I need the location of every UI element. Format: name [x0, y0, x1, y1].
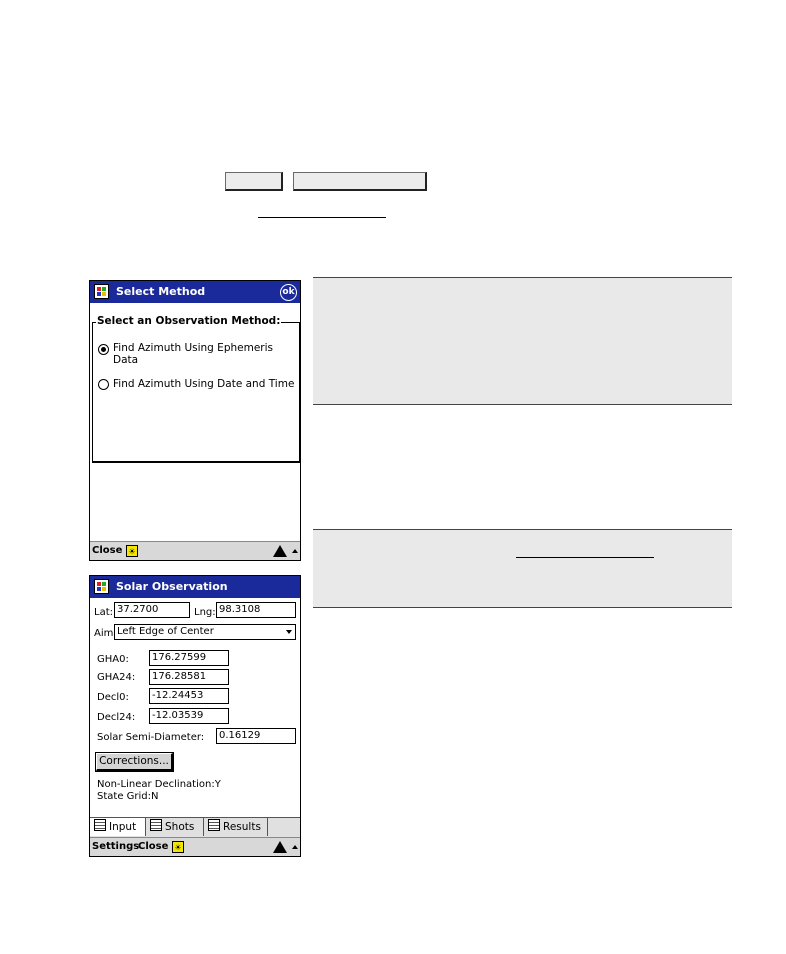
command-bar: Close ☀ [90, 541, 300, 560]
lat-field[interactable]: 37.2700 [114, 602, 190, 618]
input-tab-icon [94, 819, 106, 831]
aim-select[interactable]: Left Edge of Center [114, 624, 296, 640]
shots-tab-icon [150, 819, 162, 831]
lng-label: Lng: [194, 607, 216, 618]
radio-date-time[interactable] [98, 379, 109, 390]
windows-logo-icon[interactable] [94, 579, 109, 594]
up-arrow-icon[interactable] [292, 845, 298, 849]
close-button[interactable]: Close [92, 545, 122, 556]
tab-shots-label: Shots [165, 821, 195, 833]
tab-input-label: Input [109, 821, 137, 833]
divider-3 [313, 607, 732, 608]
panel-link-underline[interactable] [516, 557, 654, 558]
gha0-label: GHA0: [97, 654, 129, 665]
divider-1 [313, 404, 732, 405]
nonlinear-text: Non-Linear Declination:Y [97, 779, 221, 790]
info-panel-1 [313, 278, 732, 404]
title-bar: Solar Observation [90, 576, 300, 598]
close-button[interactable]: Close [138, 841, 168, 852]
tab-strip: Input Shots Results [90, 817, 300, 837]
semi-diameter-field[interactable]: 0.16129 [216, 728, 296, 744]
solar-observation-screen: Solar Observation Lat: 37.2700 Lng: 98.3… [89, 575, 301, 857]
stategrid-text: State Grid:N [97, 791, 159, 802]
option-date-time-label[interactable]: Find Azimuth Using Date and Time [113, 378, 294, 390]
warning-icon[interactable] [273, 841, 287, 853]
nav-box-right[interactable] [293, 172, 427, 191]
gha24-field[interactable]: 176.28581 [149, 669, 229, 685]
up-arrow-icon[interactable] [292, 549, 298, 553]
info-panel-2 [313, 530, 732, 607]
tab-shots[interactable]: Shots [146, 818, 204, 836]
semi-diameter-label: Solar Semi-Diameter: [97, 732, 205, 743]
aim-value: Left Edge of Center [117, 626, 214, 637]
link-underline[interactable] [258, 217, 386, 218]
window-title: Select Method [116, 285, 206, 298]
windows-logo-icon[interactable] [94, 284, 109, 299]
command-bar: Settings Close ☀ [90, 837, 300, 856]
settings-button[interactable]: Settings [92, 841, 139, 852]
option-ephemeris-label[interactable]: Find Azimuth Using Ephemeris Data [113, 342, 300, 366]
tab-results[interactable]: Results [204, 818, 268, 836]
select-method-screen: Select Method ok Select an Observation M… [89, 280, 301, 561]
decl24-field[interactable]: -12.03539 [149, 708, 229, 724]
title-bar: Select Method ok [90, 281, 300, 303]
tab-results-label: Results [223, 821, 261, 833]
sun-icon[interactable]: ☀ [172, 841, 184, 853]
warning-icon[interactable] [273, 545, 287, 557]
dropdown-arrow-icon[interactable] [286, 630, 292, 634]
radio-ephemeris[interactable] [98, 344, 109, 355]
group-label: Select an Observation Method: [96, 315, 282, 327]
sun-icon[interactable]: ☀ [126, 545, 138, 557]
gha0-field[interactable]: 176.27599 [149, 650, 229, 666]
nav-box-left[interactable] [225, 172, 283, 191]
window-title: Solar Observation [116, 580, 228, 593]
tab-input[interactable]: Input [90, 818, 146, 836]
lng-field[interactable]: 98.3108 [216, 602, 296, 618]
results-tab-icon [208, 819, 220, 831]
decl24-label: Decl24: [97, 712, 136, 723]
corrections-button[interactable]: Corrections... [95, 752, 174, 772]
ok-button[interactable]: ok [280, 284, 297, 301]
decl0-field[interactable]: -12.24453 [149, 688, 229, 704]
gha24-label: GHA24: [97, 672, 136, 683]
lat-label: Lat: [94, 607, 113, 618]
decl0-label: Decl0: [97, 692, 129, 703]
